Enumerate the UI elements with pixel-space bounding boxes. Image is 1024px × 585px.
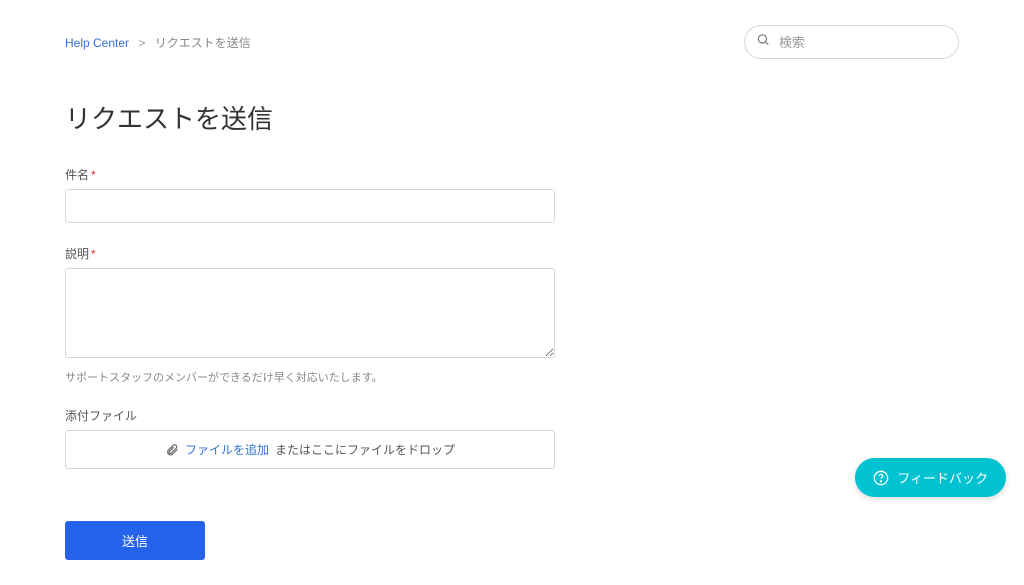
breadcrumb: Help Center > リクエストを送信 [65,34,251,51]
attachment-suffix-text: またはここにファイルをドロップ [275,441,455,458]
feedback-label: フィードバック [897,468,988,487]
help-icon [873,470,889,486]
search-icon [756,33,770,52]
page-title: リクエストを送信 [65,99,959,136]
search-box [744,25,959,59]
subject-label: 件名* [65,166,555,183]
required-mark: * [91,168,96,182]
breadcrumb-current: リクエストを送信 [155,36,251,50]
description-hint: サポートスタッフのメンバーができるだけ早く対応いたします。 [65,369,555,385]
attachment-label: 添付ファイル [65,407,555,424]
subject-label-text: 件名 [65,168,89,182]
paperclip-icon [165,443,179,457]
attachment-dropzone[interactable]: ファイルを追加 またはここにファイルをドロップ [65,430,555,469]
attachment-add-link[interactable]: ファイルを追加 [185,441,269,458]
feedback-button[interactable]: フィードバック [855,458,1006,497]
description-textarea[interactable] [65,268,555,358]
description-label: 説明* [65,245,555,262]
required-mark: * [91,247,96,261]
breadcrumb-home-link[interactable]: Help Center [65,36,129,50]
search-input[interactable] [744,25,959,59]
breadcrumb-separator: > [138,36,145,50]
submit-button[interactable]: 送信 [65,521,205,560]
subject-input[interactable] [65,189,555,223]
description-label-text: 説明 [65,247,89,261]
